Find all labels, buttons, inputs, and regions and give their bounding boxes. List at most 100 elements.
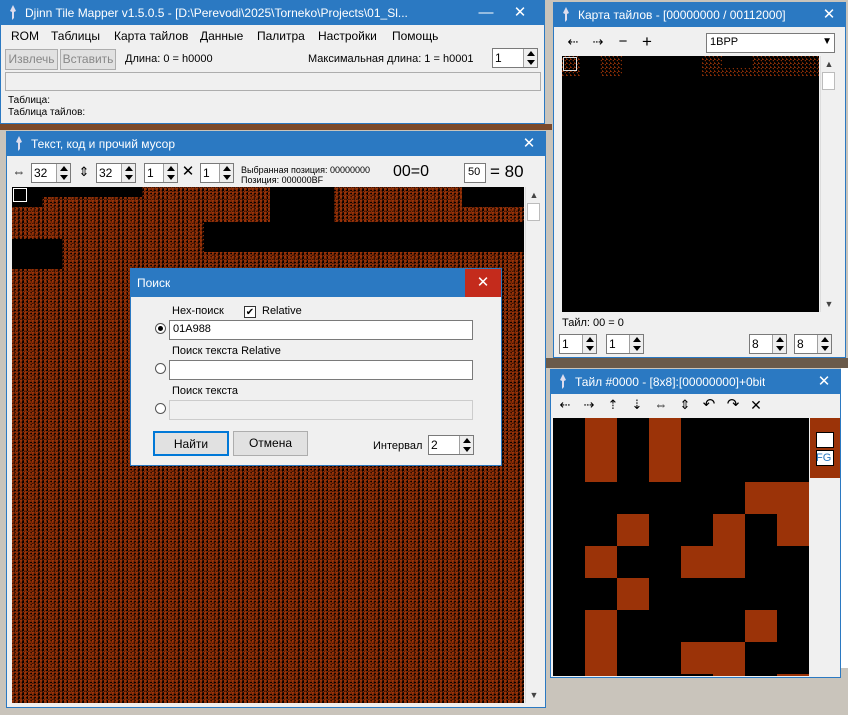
rotate-left-icon[interactable]: ↶ [700, 396, 718, 414]
arrow-right-icon[interactable]: ⇢ [589, 33, 607, 51]
bg-color-swatch[interactable] [816, 432, 834, 448]
spin-arrows[interactable] [582, 335, 596, 353]
tile-pixel[interactable] [777, 642, 809, 674]
main-titlebar[interactable]: Djinn Tile Mapper v1.5.0.5 - [D:\Perevod… [1, 1, 544, 25]
tile-pixel[interactable] [617, 482, 649, 514]
flip-vertical-icon[interactable]: ⇕ [676, 396, 694, 414]
insert-button[interactable]: Вставить [60, 49, 116, 70]
tile-pixel[interactable] [553, 514, 585, 546]
tile-pixel[interactable] [585, 546, 617, 578]
minimize-icon[interactable]: — [476, 3, 496, 23]
menu-help[interactable]: Помощь [392, 29, 438, 43]
tile-pixel[interactable] [585, 610, 617, 642]
count-spinner[interactable]: 1 [492, 48, 538, 68]
spin-arrows[interactable] [56, 164, 70, 182]
arrow-left-icon[interactable]: ⇠ [564, 33, 582, 51]
tile-pixel[interactable] [649, 482, 681, 514]
tile-pixel[interactable] [713, 418, 745, 450]
tile-pixel[interactable] [745, 482, 777, 514]
tile-pixel[interactable] [649, 674, 681, 676]
clear-icon[interactable]: ✕ [747, 396, 765, 414]
text-window-titlebar[interactable]: Текст, код и прочий мусор ✕ [7, 132, 545, 156]
tile-pixel[interactable] [681, 418, 713, 450]
tile-pixel[interactable] [713, 674, 745, 676]
menu-settings[interactable]: Настройки [318, 29, 377, 43]
byte-value-field[interactable]: 50 [464, 163, 486, 183]
tile-pixel[interactable] [713, 450, 745, 482]
shift-right-icon[interactable]: ⇢ [580, 396, 598, 414]
tile-pixel[interactable] [745, 514, 777, 546]
tile-pixel[interactable] [777, 546, 809, 578]
tile-pixel[interactable] [585, 514, 617, 546]
spin-arrows[interactable] [523, 49, 537, 67]
tile-pixel[interactable] [681, 482, 713, 514]
tile-pixel[interactable] [681, 578, 713, 610]
scroll-up-icon[interactable]: ▲ [526, 187, 542, 203]
tile-pixel[interactable] [585, 642, 617, 674]
tile-pixel[interactable] [649, 418, 681, 450]
close-icon[interactable]: ✕ [819, 5, 839, 25]
tile-pixel[interactable] [553, 450, 585, 482]
text-search-radio[interactable] [155, 403, 166, 414]
tile-pixel[interactable] [777, 418, 809, 450]
tile-pixel[interactable] [777, 674, 809, 676]
tile-pixel[interactable] [617, 610, 649, 642]
find-button[interactable]: Найти [153, 431, 229, 456]
tile-pixel[interactable] [745, 450, 777, 482]
tile-pixel[interactable] [681, 514, 713, 546]
close-icon[interactable]: ✕ [519, 134, 539, 154]
tile-pixel[interactable] [553, 482, 585, 514]
tilemap-spinner-3[interactable]: 8 [749, 334, 787, 354]
tile-pixel[interactable] [681, 450, 713, 482]
text-search-input[interactable] [169, 400, 473, 420]
tile-pixel[interactable] [777, 514, 809, 546]
spin-arrows[interactable] [459, 436, 473, 454]
interval-spinner[interactable]: 2 [428, 435, 474, 455]
rotate-right-icon[interactable]: ↷ [724, 396, 742, 414]
width-spinner[interactable]: 32 [31, 163, 71, 183]
tile-pixel[interactable] [617, 642, 649, 674]
tilemap-titlebar[interactable]: Карта тайлов - [00000000 / 00112000] ✕ [554, 3, 845, 27]
menu-palette[interactable]: Палитра [257, 29, 305, 43]
tile-pixel[interactable] [713, 482, 745, 514]
tile-pixel-grid[interactable] [553, 418, 809, 676]
tile-pixel[interactable] [649, 546, 681, 578]
tile-pixel[interactable] [553, 546, 585, 578]
tile-pixel[interactable] [745, 642, 777, 674]
tile-pixel[interactable] [777, 482, 809, 514]
menu-rom[interactable]: ROM [11, 29, 39, 43]
scroll-thumb[interactable] [527, 203, 540, 221]
tile-pixel[interactable] [617, 450, 649, 482]
tile-pixel[interactable] [713, 642, 745, 674]
tile-pixel[interactable] [553, 642, 585, 674]
spin-arrows[interactable] [629, 335, 643, 353]
zoom-in-icon[interactable]: + [638, 33, 656, 51]
text-relative-input[interactable] [169, 360, 473, 380]
close-icon[interactable]: ✕ [510, 3, 530, 23]
extract-button[interactable]: Извлечь [5, 49, 58, 70]
close-icon[interactable]: ✕ [814, 372, 834, 392]
tile-editor-titlebar[interactable]: Тайл #0000 - [8x8]:[00000000]+0bit ✕ [551, 370, 840, 394]
tile-pixel[interactable] [745, 674, 777, 676]
tile-pixel[interactable] [553, 610, 585, 642]
text-relative-radio[interactable] [155, 363, 166, 374]
tile-pixel[interactable] [745, 546, 777, 578]
spin-arrows[interactable] [219, 164, 233, 182]
tile-pixel[interactable] [553, 674, 585, 676]
tile-pixel[interactable] [553, 578, 585, 610]
tile-pixel[interactable] [681, 674, 713, 676]
tile-pixel[interactable] [617, 546, 649, 578]
tile-pixel[interactable] [745, 418, 777, 450]
spin-arrows[interactable] [817, 335, 831, 353]
tile-pixel[interactable] [649, 642, 681, 674]
tile-pixel[interactable] [585, 674, 617, 676]
tilemap-spinner-2[interactable]: 1 [606, 334, 644, 354]
cancel-button[interactable]: Отмена [233, 431, 308, 456]
close-button[interactable]: ✕ [465, 269, 501, 297]
tile-pixel[interactable] [553, 418, 585, 450]
tile-pixel[interactable] [649, 578, 681, 610]
spin-arrows[interactable] [121, 164, 135, 182]
menu-tables[interactable]: Таблицы [51, 29, 100, 43]
hex-search-input[interactable]: 01A988 [169, 320, 473, 340]
tile-pixel[interactable] [585, 578, 617, 610]
